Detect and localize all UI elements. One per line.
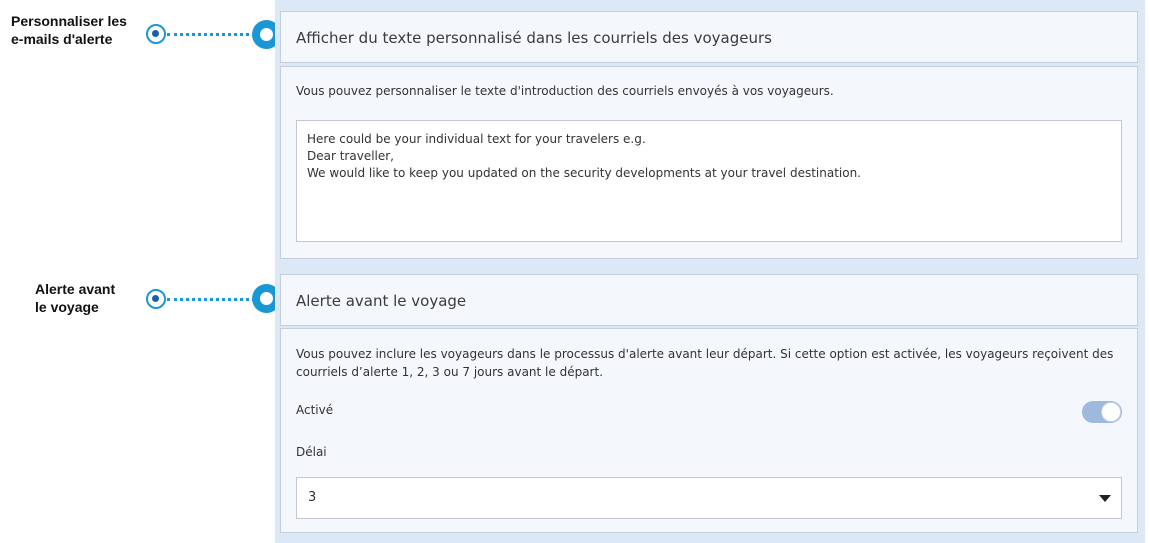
delay-select-value: 3 [308, 490, 317, 505]
annotation-connector [167, 33, 255, 36]
annotation-label-pre-trip: Alerte avant le voyage [35, 280, 115, 316]
settings-panel: Afficher du texte personnalisé dans les … [275, 0, 1145, 543]
annotation-marker-icon [146, 24, 166, 44]
annotation-marker-icon [146, 289, 166, 309]
delay-label: Délai [296, 445, 327, 459]
textarea-line: Dear traveller, [307, 149, 394, 163]
delay-select[interactable]: 3 [296, 477, 1122, 519]
section-description: Vous pouvez personnaliser le texte d'int… [296, 84, 834, 98]
annotation-line-1: Personnaliser les [11, 13, 127, 29]
section-title: Alerte avant le voyage [296, 292, 467, 310]
section-description: Vous pouvez inclure les voyageurs dans l… [296, 345, 1122, 381]
textarea-line: Here could be your individual text for y… [307, 132, 646, 146]
pre-trip-section-header[interactable]: Alerte avant le voyage [280, 274, 1138, 326]
annotation-line-2: le voyage [35, 299, 99, 315]
textarea-line: We would like to keep you updated on the… [307, 166, 861, 180]
pre-trip-section-body: Vous pouvez inclure les voyageurs dans l… [280, 328, 1138, 533]
custom-email-section-header[interactable]: Afficher du texte personnalisé dans les … [280, 11, 1138, 63]
enabled-toggle[interactable] [1082, 401, 1122, 423]
description-line: Vous pouvez inclure les voyageurs dans l… [296, 347, 1114, 361]
custom-email-section-body: Vous pouvez personnaliser le texte d'int… [280, 66, 1138, 259]
annotation-connector [167, 298, 255, 301]
annotation-line-2: e-mails d'alerte [11, 31, 113, 47]
annotation-line-1: Alerte avant [35, 281, 116, 297]
custom-email-textarea[interactable]: Here could be your individual text for y… [296, 120, 1122, 242]
enabled-label: Activé [296, 403, 334, 417]
description-line: courriels d’alerte 1, 2, 3 ou 7 jours av… [296, 365, 604, 379]
section-title: Afficher du texte personnalisé dans les … [296, 29, 772, 47]
caret-down-icon [1099, 495, 1111, 502]
toggle-knob [1101, 402, 1121, 422]
annotation-label-custom-emails: Personnaliser les e-mails d'alerte [11, 12, 127, 48]
